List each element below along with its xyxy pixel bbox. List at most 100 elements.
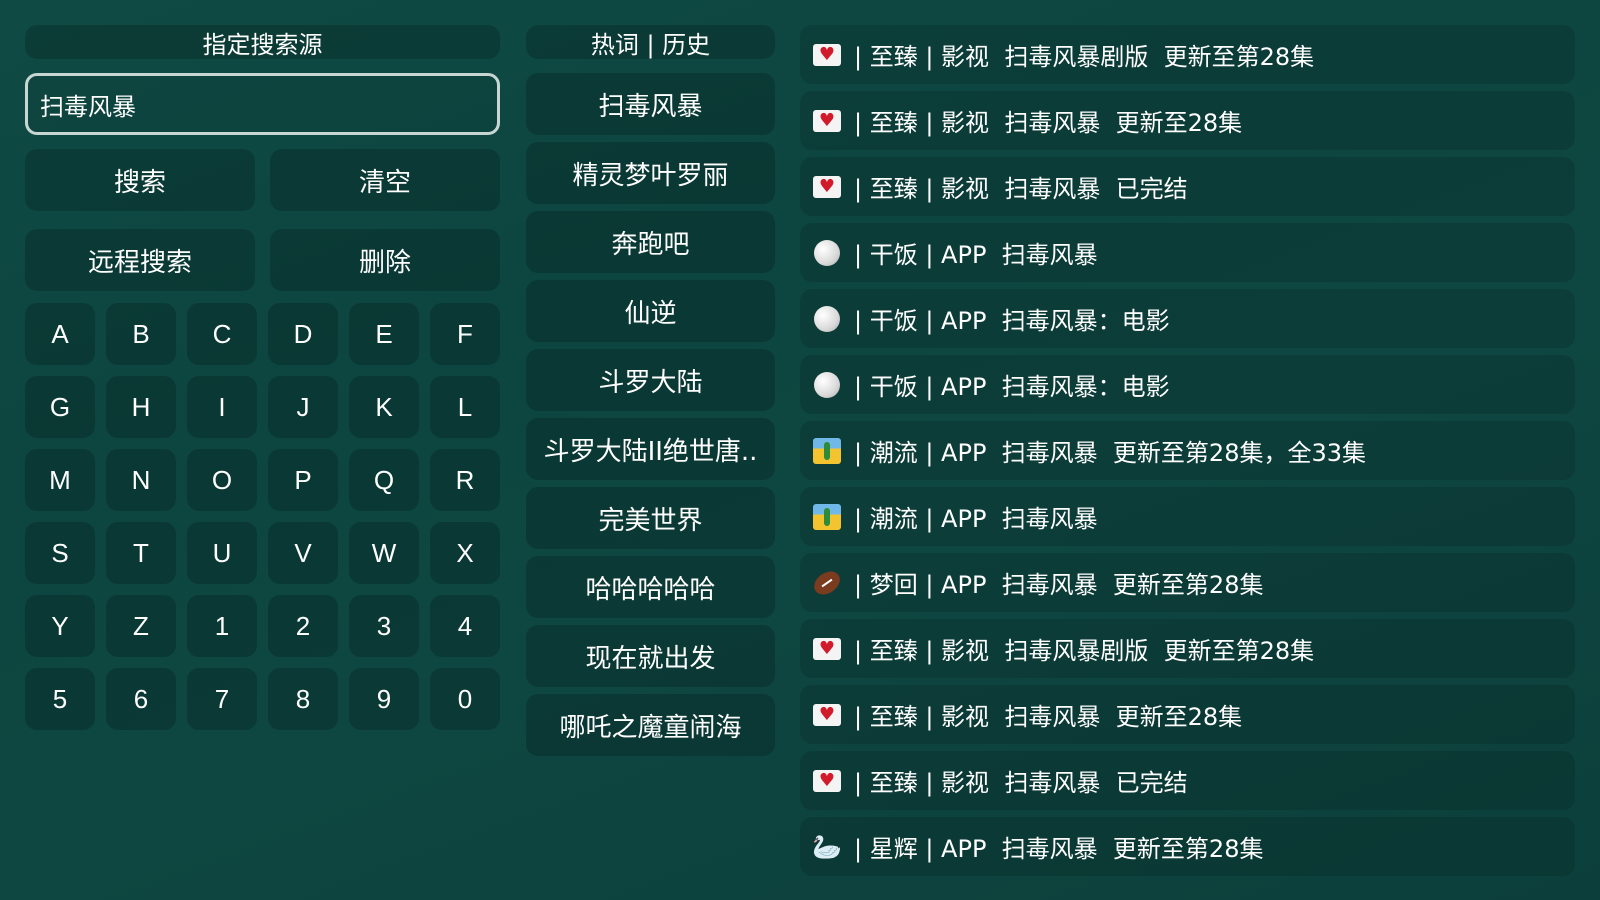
key-b[interactable]: B bbox=[106, 303, 176, 365]
key-z[interactable]: Z bbox=[106, 595, 176, 657]
key-o[interactable]: O bbox=[187, 449, 257, 511]
result-row[interactable]: | 干饭 | APP 扫毒风暴：电影 bbox=[800, 355, 1575, 414]
key-r[interactable]: R bbox=[430, 449, 500, 511]
key-label: N bbox=[131, 464, 151, 495]
result-row[interactable]: ♥ | 至臻 | 影视 扫毒风暴 已完结 bbox=[800, 157, 1575, 216]
search-button-label: 搜索 bbox=[113, 167, 166, 198]
key-0[interactable]: 0 bbox=[430, 668, 500, 730]
key-label: P bbox=[294, 464, 312, 495]
result-text: | 潮流 | APP 扫毒风暴 更新至第28集，全33集 bbox=[854, 439, 1367, 467]
result-text: | 干饭 | APP 扫毒风暴 bbox=[854, 241, 1098, 269]
result-row[interactable]: | 干饭 | APP 扫毒风暴 bbox=[800, 223, 1575, 282]
remote-search-button-label: 远程搜索 bbox=[87, 247, 192, 278]
hot-word-label: 哈哈哈哈哈 bbox=[585, 574, 716, 605]
key-label: 2 bbox=[295, 610, 311, 641]
result-text: | 干饭 | APP 扫毒风暴：电影 bbox=[854, 373, 1170, 401]
key-f[interactable]: F bbox=[430, 303, 500, 365]
key-g[interactable]: G bbox=[25, 376, 95, 438]
key-label: 9 bbox=[376, 683, 392, 714]
hot-word-item[interactable]: 精灵梦叶罗丽 bbox=[526, 142, 775, 204]
key-label: 0 bbox=[457, 683, 473, 714]
hot-word-item[interactable]: 斗罗大陆 bbox=[526, 349, 775, 411]
result-row[interactable]: | 梦回 | APP 扫毒风暴 更新至第28集 bbox=[800, 553, 1575, 612]
hot-word-item[interactable]: 现在就出发 bbox=[526, 625, 775, 687]
key-u[interactable]: U bbox=[187, 522, 257, 584]
clear-button-label: 清空 bbox=[358, 167, 411, 198]
hot-word-label: 奔跑吧 bbox=[611, 229, 690, 260]
key-label: C bbox=[212, 318, 232, 349]
key-label: 1 bbox=[214, 610, 230, 641]
hot-word-item[interactable]: 扫毒风暴 bbox=[526, 73, 775, 135]
key-6[interactable]: 6 bbox=[106, 668, 176, 730]
hot-word-item[interactable]: 哈哈哈哈哈 bbox=[526, 556, 775, 618]
hot-word-label: 斗罗大陆 bbox=[598, 367, 703, 398]
remote-search-button[interactable]: 远程搜索 bbox=[25, 229, 255, 291]
result-row[interactable]: ♥ | 至臻 | 影视 扫毒风暴 已完结 bbox=[800, 751, 1575, 810]
hot-history-label: 热词 | 历史 bbox=[590, 30, 711, 59]
key-n[interactable]: N bbox=[106, 449, 176, 511]
key-a[interactable]: A bbox=[25, 303, 95, 365]
result-text: | 干饭 | APP 扫毒风暴：电影 bbox=[854, 307, 1170, 335]
key-2[interactable]: 2 bbox=[268, 595, 338, 657]
key-x[interactable]: X bbox=[430, 522, 500, 584]
key-i[interactable]: I bbox=[187, 376, 257, 438]
key-label: B bbox=[132, 318, 150, 349]
result-row[interactable]: 🦢 | 星辉 | APP 扫毒风暴 更新至第28集 bbox=[800, 817, 1575, 876]
hot-history-tab[interactable]: 热词 | 历史 bbox=[526, 25, 775, 59]
result-row[interactable]: | 干饭 | APP 扫毒风暴：电影 bbox=[800, 289, 1575, 348]
key-j[interactable]: J bbox=[268, 376, 338, 438]
key-k[interactable]: K bbox=[349, 376, 419, 438]
key-label: U bbox=[212, 537, 232, 568]
key-8[interactable]: 8 bbox=[268, 668, 338, 730]
source-selector-button[interactable]: 指定搜索源 bbox=[25, 25, 500, 59]
key-label: H bbox=[131, 391, 151, 422]
key-label: F bbox=[457, 318, 473, 349]
key-m[interactable]: M bbox=[25, 449, 95, 511]
hot-word-item[interactable]: 仙逆 bbox=[526, 280, 775, 342]
result-row[interactable]: | 潮流 | APP 扫毒风暴 bbox=[800, 487, 1575, 546]
hot-word-label: 斗罗大陆II绝世唐.. bbox=[543, 436, 758, 467]
key-label: 4 bbox=[457, 610, 473, 641]
key-label: V bbox=[294, 537, 312, 568]
key-3[interactable]: 3 bbox=[349, 595, 419, 657]
hot-word-label: 精灵梦叶罗丽 bbox=[572, 160, 729, 191]
hot-word-item[interactable]: 斗罗大陆II绝世唐.. bbox=[526, 418, 775, 480]
result-row[interactable]: ♥ | 至臻 | 影视 扫毒风暴 更新至28集 bbox=[800, 91, 1575, 150]
hot-word-label: 现在就出发 bbox=[585, 643, 716, 674]
key-7[interactable]: 7 bbox=[187, 668, 257, 730]
key-q[interactable]: Q bbox=[349, 449, 419, 511]
key-p[interactable]: P bbox=[268, 449, 338, 511]
result-row[interactable]: ♥ | 至臻 | 影视 扫毒风暴剧版 更新至第28集 bbox=[800, 25, 1575, 84]
key-s[interactable]: S bbox=[25, 522, 95, 584]
search-input[interactable]: 扫毒风暴 bbox=[25, 73, 500, 135]
key-label: J bbox=[296, 391, 310, 422]
heart-icon: ♥ bbox=[812, 41, 842, 69]
key-l[interactable]: L bbox=[430, 376, 500, 438]
delete-button[interactable]: 删除 bbox=[270, 229, 500, 291]
result-row[interactable]: ♥ | 至臻 | 影视 扫毒风暴剧版 更新至第28集 bbox=[800, 619, 1575, 678]
hot-word-item[interactable]: 奔跑吧 bbox=[526, 211, 775, 273]
result-text: | 潮流 | APP 扫毒风暴 bbox=[854, 505, 1098, 533]
hot-word-item[interactable]: 哪吒之魔童闹海 bbox=[526, 694, 775, 756]
result-row[interactable]: | 潮流 | APP 扫毒风暴 更新至第28集，全33集 bbox=[800, 421, 1575, 480]
key-9[interactable]: 9 bbox=[349, 668, 419, 730]
key-1[interactable]: 1 bbox=[187, 595, 257, 657]
clear-button[interactable]: 清空 bbox=[270, 149, 500, 211]
key-e[interactable]: E bbox=[349, 303, 419, 365]
key-t[interactable]: T bbox=[106, 522, 176, 584]
key-d[interactable]: D bbox=[268, 303, 338, 365]
result-text: | 星辉 | APP 扫毒风暴 更新至第28集 bbox=[854, 835, 1264, 863]
hot-word-item[interactable]: 完美世界 bbox=[526, 487, 775, 549]
key-y[interactable]: Y bbox=[25, 595, 95, 657]
search-button[interactable]: 搜索 bbox=[25, 149, 255, 211]
key-4[interactable]: 4 bbox=[430, 595, 500, 657]
key-5[interactable]: 5 bbox=[25, 668, 95, 730]
key-label: 3 bbox=[376, 610, 392, 641]
heart-icon: ♥ bbox=[812, 701, 842, 729]
key-w[interactable]: W bbox=[349, 522, 419, 584]
cactus-icon bbox=[812, 437, 842, 465]
result-row[interactable]: ♥ | 至臻 | 影视 扫毒风暴 更新至28集 bbox=[800, 685, 1575, 744]
key-v[interactable]: V bbox=[268, 522, 338, 584]
key-c[interactable]: C bbox=[187, 303, 257, 365]
key-h[interactable]: H bbox=[106, 376, 176, 438]
